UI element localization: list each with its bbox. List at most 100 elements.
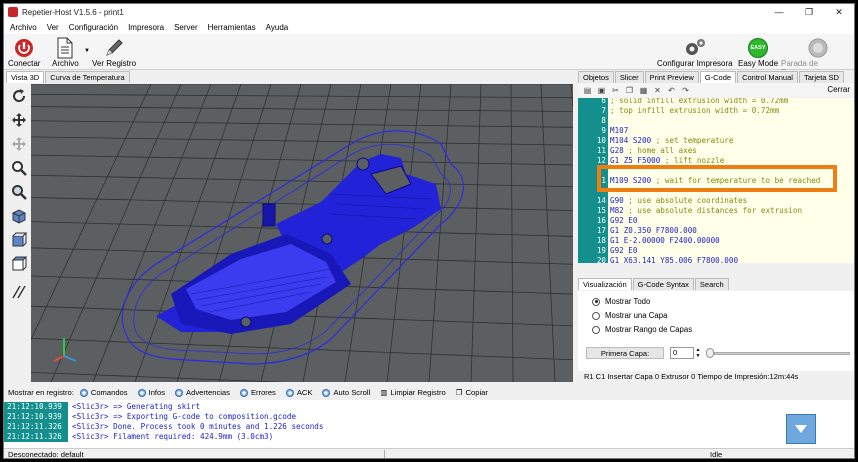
tab-gcode-syntax[interactable]: G-Code Syntax [632,278,694,290]
cut-icon[interactable]: ✂ [610,85,621,95]
emergency-stop-icon [807,37,829,59]
zoom-icon[interactable] [10,159,28,177]
log-filter-label: Mostrar en registro: [8,388,74,397]
clear-log-icon: ▥ [380,388,388,397]
gcode-line-number [578,166,608,176]
tab-print-preview[interactable]: Print Preview [644,71,699,83]
copy-log-button[interactable]: ❐ Copiar [456,388,488,397]
gcode-line[interactable]: G92 E0 [610,246,637,256]
gcode-line[interactable]: ; solid infill extrusion width = 0.72mm [610,98,788,106]
menu-ayuda[interactable]: Ayuda [266,23,289,32]
gcode-line[interactable]: M107 [610,126,628,136]
show-one-layer-radio[interactable] [592,311,600,320]
show-one-layer-option[interactable]: Mostrar una Capa [592,311,667,320]
log-timestamp: 21:12:11.326 [4,432,68,442]
log-warnings-toggle[interactable]: Advertencias [175,388,230,397]
show-all-radio[interactable] [592,297,600,306]
right-tabs: Objetos Slicer Print Preview G-Code Cont… [578,70,845,83]
log-autoscroll-toggle[interactable]: Auto Scroll [322,388,370,397]
menu-configuracion[interactable]: Configuración [69,23,118,32]
show-layer-range-radio[interactable] [592,325,600,334]
tab-visualization[interactable]: Visualización [578,278,632,290]
status-bar: Desconectado: default Idle [4,448,854,459]
gcode-close-button[interactable]: Cerrar [827,85,850,94]
gcode-editor[interactable]: 6; solid infill extrusion width = 0.72mm… [578,98,854,263]
log-message: <Slic3r> Done. Process took 0 minutes an… [72,422,324,431]
first-layer-row: Primera Capa: 0 ▲ ▼ [586,346,850,360]
gcode-line[interactable]: G28 ; home all axes [610,146,697,156]
tab-slicer[interactable]: Slicer [614,71,644,83]
gcode-line-number: 20 [578,256,608,263]
gcode-line[interactable]: ; top infill extrusion width = 0.72mm [610,106,779,116]
front-view-icon[interactable] [10,231,28,249]
scroll-down-button[interactable] [786,414,816,444]
open-file-icon[interactable]: ▤ [582,85,593,95]
fit-view-icon[interactable] [10,183,28,201]
tab-sd-card[interactable]: Tarjeta SD [798,71,844,83]
gcode-line[interactable]: G1 Z5 F5000 ; lift nozzle [610,156,724,166]
app-window: Repetier-Host V1.5.6 - print1 — ❐ ✕ Arch… [3,3,855,459]
connect-button[interactable]: Conectar [8,37,40,68]
gcode-line-number: 12 [578,156,608,166]
parallel-lines-icon[interactable] [10,283,28,301]
tab-manual-control[interactable]: Control Manual [737,71,798,83]
maximize-button[interactable]: ❐ [794,4,824,20]
view-log-button[interactable]: Ver Registro [92,37,136,68]
gcode-line[interactable]: G92 E0 [610,216,637,226]
show-all-option[interactable]: Mostrar Todo [592,297,650,306]
rotate-icon[interactable] [10,87,28,105]
printer-state: Idle [710,450,723,459]
gcode-line-number: 8 [578,116,608,126]
delete-icon[interactable]: ✕ [652,85,663,95]
close-window-button[interactable]: ✕ [824,4,854,20]
move-object-icon[interactable] [10,135,28,153]
minimize-button[interactable]: — [764,4,794,20]
menu-ver[interactable]: Ver [47,23,59,32]
redo-icon[interactable]: ↷ [680,85,691,95]
menu-archivo[interactable]: Archivo [10,23,37,32]
menu-herramientas[interactable]: Herramientas [208,23,256,32]
log-infos-toggle[interactable]: Infos [137,388,165,397]
tab-gcode[interactable]: G-Code [699,71,737,83]
copy-icon[interactable]: ❐ [624,85,635,95]
paste-icon[interactable]: ▦ [638,85,649,95]
gcode-line[interactable]: G90 ; use absolute coordinates [610,196,747,206]
tab-search[interactable]: Search [694,278,729,290]
printer-settings-button[interactable]: Configurar Impresora [657,37,733,68]
log-ack-toggle[interactable]: ACK [285,388,312,397]
undo-icon[interactable]: ↶ [666,85,677,95]
tab-objects[interactable]: Objetos [578,71,614,83]
log-errors-toggle[interactable]: Errores [239,388,276,397]
3d-viewport[interactable] [31,84,573,382]
first-layer-stepper[interactable]: ▲ ▼ [694,347,702,359]
easy-mode-button[interactable]: EASY Easy Mode [738,37,778,68]
top-view-icon[interactable] [10,255,28,273]
gcode-line-number: 9 [578,126,608,136]
gcode-line[interactable]: G1 E-2.00000 F2400.00000 [610,236,720,246]
gcode-line[interactable]: M109 S200 ; wait for temperature to be r… [610,176,820,186]
file-dropdown-icon[interactable]: ▼ [84,48,90,54]
first-layer-slider-track[interactable] [714,351,850,355]
iso-view-icon[interactable] [10,207,28,225]
gcode-line[interactable]: G1 Z0.350 F7800.000 [610,226,697,236]
gcode-line[interactable]: G1 X63.141 Y85.006 F7800.000 [610,256,738,263]
log-commands-toggle[interactable]: Comandos [79,388,128,397]
gcode-line[interactable]: M104 S200 ; set temperature [610,136,733,146]
save-icon[interactable]: ▣ [596,85,607,95]
main-toolbar: Conectar Archivo ▼ Ver Registro Configur… [4,34,854,77]
menu-impresora[interactable]: Impresora [128,23,164,32]
copy-log-icon: ❐ [455,388,463,397]
clear-log-button[interactable]: ▥ Limpiar Registro [380,388,445,397]
first-layer-input[interactable]: 0 [670,347,694,359]
gears-icon [683,37,707,59]
first-layer-slider-thumb[interactable] [706,348,714,358]
menu-server[interactable]: Server [174,23,198,32]
tab-temperature-curve[interactable]: Curva de Temperatura [45,71,130,83]
log-panel[interactable]: 21:12:10.939 <Slic3r> => Generating skirt… [4,400,854,448]
move-icon[interactable] [10,111,28,129]
show-layer-range-option[interactable]: Mostrar Rango de Capas [592,325,692,334]
gcode-line[interactable]: M82 ; use absolute distances for extrusi… [610,206,802,216]
file-button[interactable]: Archivo [52,37,79,68]
gcode-line-number: 17 [578,226,608,236]
tab-vista-3d[interactable]: Vista 3D [6,71,45,83]
